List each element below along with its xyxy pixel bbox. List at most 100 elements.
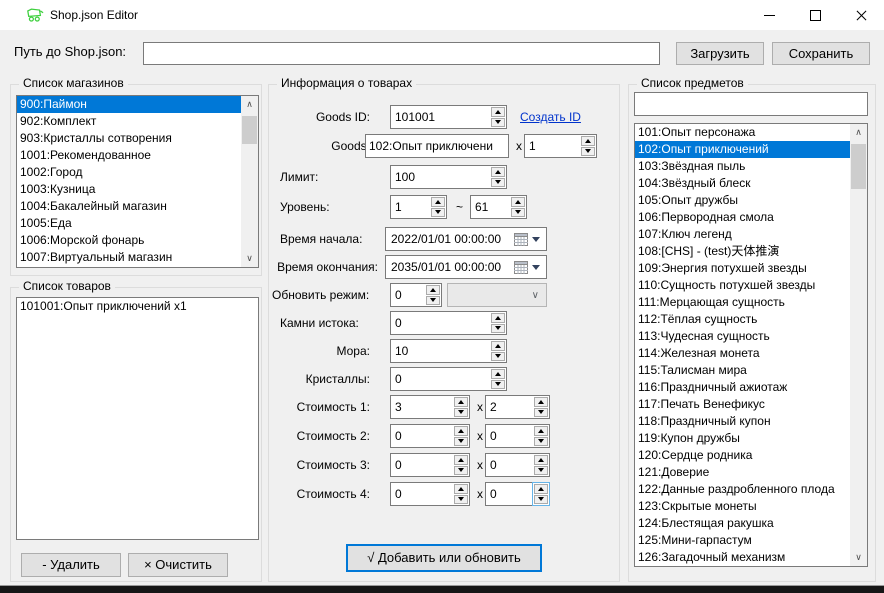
- clear-button[interactable]: × Очистить: [128, 553, 228, 577]
- items-search-input[interactable]: [634, 92, 868, 116]
- list-item[interactable]: 1007:Виртуальный магазин: [17, 249, 241, 266]
- list-item[interactable]: 122:Данные раздробленного плода: [635, 481, 850, 498]
- spin-up-icon[interactable]: [491, 167, 505, 177]
- list-item[interactable]: 107:Ключ легенд: [635, 226, 850, 243]
- list-item[interactable]: 125:Мини-гарпастум: [635, 532, 850, 549]
- create-id-link[interactable]: Создать ID: [520, 105, 581, 129]
- spin-up-icon[interactable]: [454, 455, 468, 465]
- list-item[interactable]: 113:Чудесная сущность: [635, 328, 850, 345]
- list-item[interactable]: 104:Звёздный блеск: [635, 175, 850, 192]
- list-item[interactable]: 106:Первородная смола: [635, 209, 850, 226]
- list-item[interactable]: 114:Железная монета: [635, 345, 850, 362]
- list-item[interactable]: 103:Звёздная пыль: [635, 158, 850, 175]
- save-button[interactable]: Сохранить: [772, 42, 870, 65]
- scrollbar-thumb[interactable]: [242, 116, 257, 144]
- spin-up-icon[interactable]: [581, 136, 595, 146]
- path-input[interactable]: [143, 42, 660, 65]
- scroll-up-icon[interactable]: ∧: [241, 96, 258, 113]
- crystals-spinner[interactable]: [390, 367, 507, 391]
- shops-listbox[interactable]: 900:Паймон902:Комплект903:Кристаллы сотв…: [16, 95, 259, 268]
- cost3-id-spinner[interactable]: [390, 453, 470, 477]
- spin-down-icon[interactable]: [491, 178, 505, 188]
- spin-up-icon[interactable]: [511, 197, 525, 207]
- cost1-count-input[interactable]: [486, 396, 533, 418]
- spin-down-icon[interactable]: [491, 380, 505, 390]
- cost3-count-input[interactable]: [486, 454, 533, 476]
- spin-down-icon[interactable]: [581, 147, 595, 157]
- scroll-up-icon[interactable]: ∧: [850, 124, 867, 141]
- load-button[interactable]: Загрузить: [676, 42, 764, 65]
- cost4-id-input[interactable]: [391, 483, 453, 505]
- list-item[interactable]: 126:Загадочный механизм: [635, 549, 850, 566]
- list-item[interactable]: 115:Талисман мира: [635, 362, 850, 379]
- spin-down-icon[interactable]: [454, 466, 468, 476]
- goods-input[interactable]: [365, 134, 509, 158]
- spin-down-icon[interactable]: [426, 296, 440, 306]
- scroll-down-icon[interactable]: ∨: [241, 250, 258, 267]
- spin-up-icon[interactable]: [534, 455, 548, 465]
- goods-listbox[interactable]: 101001:Опыт приключений x1: [16, 297, 259, 540]
- cost1-count-spinner[interactable]: [485, 395, 550, 419]
- list-item[interactable]: 110:Сущность потухшей звезды: [635, 277, 850, 294]
- level-max-input[interactable]: [471, 196, 510, 218]
- list-item[interactable]: 112:Тёплая сущность: [635, 311, 850, 328]
- spin-up-icon[interactable]: [431, 197, 445, 207]
- refresh-mode-spinner[interactable]: [390, 283, 442, 307]
- spin-up-icon[interactable]: [491, 369, 505, 379]
- list-item[interactable]: 119:Купон дружбы: [635, 430, 850, 447]
- list-item[interactable]: 105:Опыт дружбы: [635, 192, 850, 209]
- dropdown-arrow-icon[interactable]: [532, 237, 540, 242]
- minimize-button[interactable]: [746, 0, 792, 30]
- refresh-mode-input[interactable]: [391, 284, 425, 306]
- title-bar[interactable]: Shop.json Editor: [0, 0, 884, 30]
- goods-id-input[interactable]: [391, 106, 490, 128]
- spin-up-icon[interactable]: [426, 285, 440, 295]
- list-item[interactable]: 1003:Кузница: [17, 181, 241, 198]
- list-item[interactable]: 1006:Морской фонарь: [17, 232, 241, 249]
- spin-up-icon[interactable]: [534, 397, 548, 407]
- level-min-spinner[interactable]: [390, 195, 447, 219]
- list-item[interactable]: 121:Доверие: [635, 464, 850, 481]
- spin-up-icon[interactable]: [454, 484, 468, 494]
- scroll-down-icon[interactable]: ∨: [850, 549, 867, 566]
- list-item[interactable]: 900:Паймон: [17, 96, 241, 113]
- cost3-count-spinner[interactable]: [485, 453, 550, 477]
- items-scrollbar[interactable]: ∧ ∨: [850, 124, 867, 566]
- list-item[interactable]: 123:Скрытые монеты: [635, 498, 850, 515]
- mora-input[interactable]: [391, 340, 490, 362]
- cost2-count-spinner[interactable]: [485, 424, 550, 448]
- cost3-id-input[interactable]: [391, 454, 453, 476]
- spin-down-icon[interactable]: [491, 352, 505, 362]
- spin-up-icon[interactable]: [534, 484, 548, 494]
- spin-down-icon[interactable]: [534, 437, 548, 447]
- limit-spinner[interactable]: [390, 165, 507, 189]
- spin-up-icon[interactable]: [454, 397, 468, 407]
- cost4-count-spinner[interactable]: [485, 482, 550, 506]
- list-item[interactable]: 102:Опыт приключений: [635, 141, 850, 158]
- cost4-count-input[interactable]: [486, 483, 533, 505]
- add-or-update-button[interactable]: √ Добавить или обновить: [346, 544, 542, 572]
- spin-down-icon[interactable]: [431, 208, 445, 218]
- list-item[interactable]: 124:Блестящая ракушка: [635, 515, 850, 532]
- list-item[interactable]: 101:Опыт персонажа: [635, 124, 850, 141]
- list-item[interactable]: 902:Комплект: [17, 113, 241, 130]
- cost4-id-spinner[interactable]: [390, 482, 470, 506]
- list-item[interactable]: 1004:Бакалейный магазин: [17, 198, 241, 215]
- crystals-input[interactable]: [391, 368, 490, 390]
- mora-spinner[interactable]: [390, 339, 507, 363]
- spin-down-icon[interactable]: [454, 408, 468, 418]
- scrollbar-thumb[interactable]: [851, 144, 866, 189]
- dropdown-arrow-icon[interactable]: [532, 265, 540, 270]
- spin-up-icon[interactable]: [454, 426, 468, 436]
- spin-down-icon[interactable]: [454, 495, 468, 505]
- spin-down-icon[interactable]: [454, 437, 468, 447]
- list-item[interactable]: 116:Праздничный ажиотаж: [635, 379, 850, 396]
- shops-scrollbar[interactable]: ∧ ∨: [241, 96, 258, 267]
- spin-down-icon[interactable]: [491, 324, 505, 334]
- cost2-id-spinner[interactable]: [390, 424, 470, 448]
- cost1-id-spinner[interactable]: [390, 395, 470, 419]
- close-button[interactable]: [838, 0, 884, 30]
- spin-up-icon[interactable]: [491, 341, 505, 351]
- list-item[interactable]: 1005:Еда: [17, 215, 241, 232]
- maximize-button[interactable]: [792, 0, 838, 30]
